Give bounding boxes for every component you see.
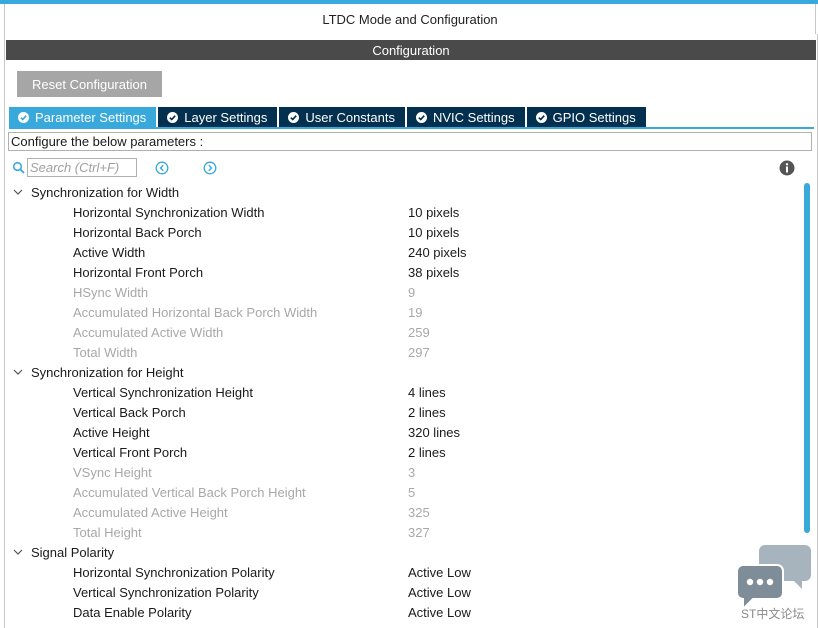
check-circle-icon [415, 112, 427, 123]
param-value: 327 [408, 524, 430, 540]
param-value: 259 [408, 324, 430, 340]
param-value[interactable]: 320 lines [408, 425, 460, 440]
param-row-readonly: Total Height 327 [8, 522, 798, 542]
param-row[interactable]: Active Height 320 lines [8, 422, 798, 442]
param-value[interactable]: 240 pixels [408, 245, 467, 260]
tab-label: GPIO Settings [552, 110, 636, 125]
tab-layer-settings[interactable]: Layer Settings [158, 107, 278, 128]
param-row-readonly: Total Width 297 [8, 342, 798, 362]
group-title: Synchronization for Height [31, 364, 184, 380]
param-name: Accumulated Vertical Back Porch Height [73, 484, 306, 500]
param-name: Accumulated Active Width [73, 324, 224, 340]
param-name: Active Height [73, 424, 150, 440]
param-value[interactable]: Active Low [408, 605, 471, 620]
param-name: Horizontal Synchronization Polarity [73, 564, 275, 580]
param-row[interactable]: Horizontal Front Porch 38 pixels [8, 262, 798, 282]
group-row[interactable]: Synchronization for Height [8, 362, 798, 382]
reset-configuration-button[interactable]: Reset Configuration [17, 71, 162, 97]
tab-label: Layer Settings [184, 110, 268, 125]
window-title: LTDC Mode and Configuration [4, 4, 816, 34]
next-result-icon[interactable] [203, 161, 217, 175]
chevron-down-icon[interactable] [13, 547, 23, 557]
tab-bar: Parameter Settings Layer Settings User C… [9, 107, 648, 128]
param-name: Accumulated Horizontal Back Porch Width [73, 304, 318, 320]
tab-label: Parameter Settings [35, 110, 147, 125]
tab-gpio-settings[interactable]: GPIO Settings [526, 107, 646, 128]
tab-user-constants[interactable]: User Constants [279, 107, 405, 128]
tab-nvic-settings[interactable]: NVIC Settings [406, 107, 525, 128]
param-value: 325 [408, 504, 430, 520]
vertical-scrollbar[interactable] [804, 183, 810, 533]
configuration-header: Configuration [6, 40, 816, 60]
param-value[interactable]: 2 lines [408, 405, 446, 420]
param-row[interactable]: Horizontal Back Porch 10 pixels [8, 222, 798, 242]
param-name: Vertical Back Porch [73, 404, 186, 420]
watermark-text: ST中文论坛 [741, 607, 805, 621]
param-row[interactable]: Vertical Back Porch 2 lines [8, 402, 798, 422]
check-circle-icon [167, 112, 179, 123]
param-value: 19 [408, 304, 423, 320]
param-value: 9 [408, 284, 416, 300]
window-title-text: LTDC Mode and Configuration [322, 11, 498, 27]
param-row-readonly: Accumulated Horizontal Back Porch Width 1… [8, 302, 798, 322]
param-row-readonly: VSync Height 3 [8, 462, 798, 482]
previous-result-icon[interactable] [155, 161, 169, 175]
group-title: Signal Polarity [31, 544, 115, 560]
parameters-description: Configure the below parameters : [8, 132, 812, 151]
param-row[interactable]: Vertical Synchronization Polarity Active … [8, 582, 798, 602]
param-name: Vertical Synchronization Height [73, 384, 253, 400]
param-name: Horizontal Back Porch [73, 224, 202, 240]
check-circle-icon [535, 112, 547, 123]
param-value[interactable]: 38 pixels [408, 265, 459, 280]
param-row[interactable]: Data Enable Polarity Active Low [8, 602, 798, 622]
param-name: Vertical Synchronization Polarity [73, 584, 259, 600]
param-row-readonly: Accumulated Vertical Back Porch Height 5 [8, 482, 798, 502]
group-row[interactable]: Synchronization for Width [8, 182, 798, 202]
param-value: 3 [408, 464, 416, 480]
param-name: Accumulated Active Height [73, 504, 228, 520]
param-row-readonly: Accumulated Active Height 325 [8, 502, 798, 522]
param-value[interactable]: 4 lines [408, 385, 446, 400]
param-row[interactable]: Vertical Front Porch 2 lines [8, 442, 798, 462]
search-input[interactable] [27, 158, 137, 177]
param-value[interactable]: 10 pixels [408, 225, 459, 240]
parameter-tree: Synchronization for Width Horizontal Syn… [8, 182, 798, 622]
chevron-down-icon[interactable] [13, 187, 23, 197]
tab-underline [9, 127, 814, 129]
tab-label: NVIC Settings [432, 110, 515, 125]
chevron-down-icon[interactable] [13, 367, 23, 377]
search-icon[interactable] [12, 161, 26, 175]
tab-label: User Constants [305, 110, 395, 125]
param-name: Horizontal Front Porch [73, 264, 204, 280]
param-row[interactable]: Active Width 240 pixels [8, 242, 798, 262]
info-icon[interactable] [779, 160, 795, 176]
param-value: 5 [408, 484, 416, 500]
param-row-readonly: Accumulated Active Width 259 [8, 322, 798, 342]
param-row[interactable]: Horizontal Synchronization Polarity Activ… [8, 562, 798, 582]
param-value: 297 [408, 344, 430, 360]
param-name: Data Enable Polarity [73, 604, 192, 620]
param-row[interactable]: Vertical Synchronization Height 4 lines [8, 382, 798, 402]
param-value[interactable]: 10 pixels [408, 205, 459, 220]
param-name: Active Width [73, 244, 146, 260]
param-name: VSync Height [73, 464, 152, 480]
param-row[interactable]: Horizontal Synchronization Width 10 pixel… [8, 202, 798, 222]
tab-parameter-settings[interactable]: Parameter Settings [9, 107, 157, 128]
param-name: Vertical Front Porch [73, 444, 188, 460]
param-name: Total Width [73, 344, 138, 360]
group-title: Synchronization for Width [31, 184, 180, 200]
param-row-readonly: HSync Width 9 [8, 282, 798, 302]
group-row[interactable]: Signal Polarity [8, 542, 798, 562]
param-name: HSync Width [73, 284, 149, 300]
param-value[interactable]: Active Low [408, 585, 471, 600]
param-name: Horizontal Synchronization Width [73, 204, 265, 220]
param-value[interactable]: Active Low [408, 565, 471, 580]
param-value[interactable]: 2 lines [408, 445, 446, 460]
check-circle-icon [288, 112, 300, 123]
param-name: Total Height [73, 524, 142, 540]
check-circle-icon [18, 112, 29, 123]
